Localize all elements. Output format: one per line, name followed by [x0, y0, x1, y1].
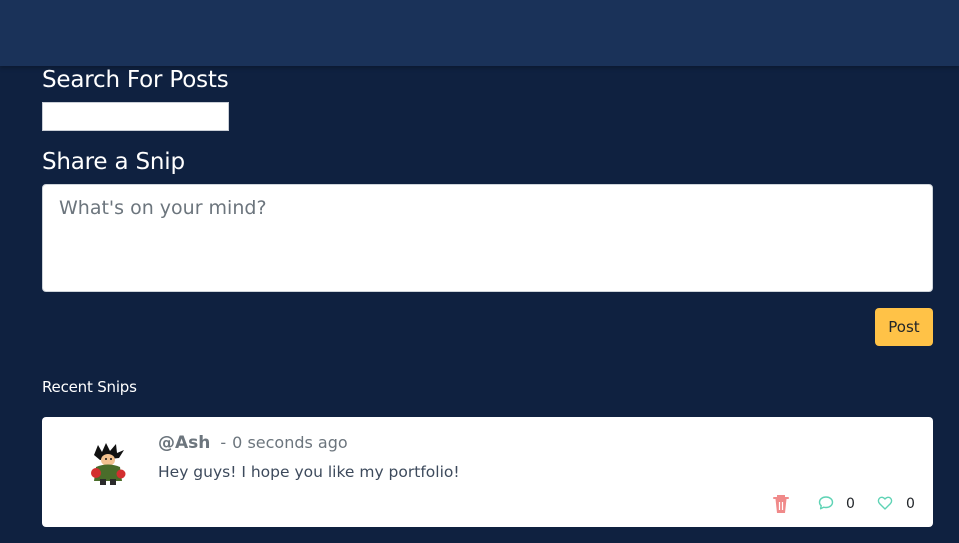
snip-username[interactable]: @Ash — [158, 433, 210, 453]
snip-text: Hey guys! I hope you like my portfolio! — [158, 463, 460, 481]
post-button[interactable]: Post — [875, 308, 933, 346]
meta-separator: - — [220, 433, 227, 452]
comment-icon[interactable] — [818, 495, 834, 516]
snip-actions: 0 0 — [42, 493, 933, 517]
search-input[interactable] — [42, 102, 229, 131]
share-heading: Share a Snip — [42, 149, 185, 175]
avatar — [86, 441, 130, 485]
trash-icon[interactable] — [771, 493, 791, 520]
top-navbar — [0, 0, 959, 66]
snip-meta: @Ash -0 seconds ago — [158, 433, 348, 453]
snip-timestamp: 0 seconds ago — [232, 433, 348, 452]
snip-card: @Ash -0 seconds ago Hey guys! I hope you … — [42, 417, 933, 527]
like-count: 0 — [906, 496, 915, 512]
search-heading: Search For Posts — [42, 67, 229, 93]
comment-count: 0 — [846, 496, 855, 512]
recent-snips-heading: Recent Snips — [42, 378, 137, 396]
snip-textarea[interactable] — [42, 184, 933, 292]
character-avatar-icon — [91, 443, 126, 485]
heart-icon[interactable] — [877, 495, 893, 516]
